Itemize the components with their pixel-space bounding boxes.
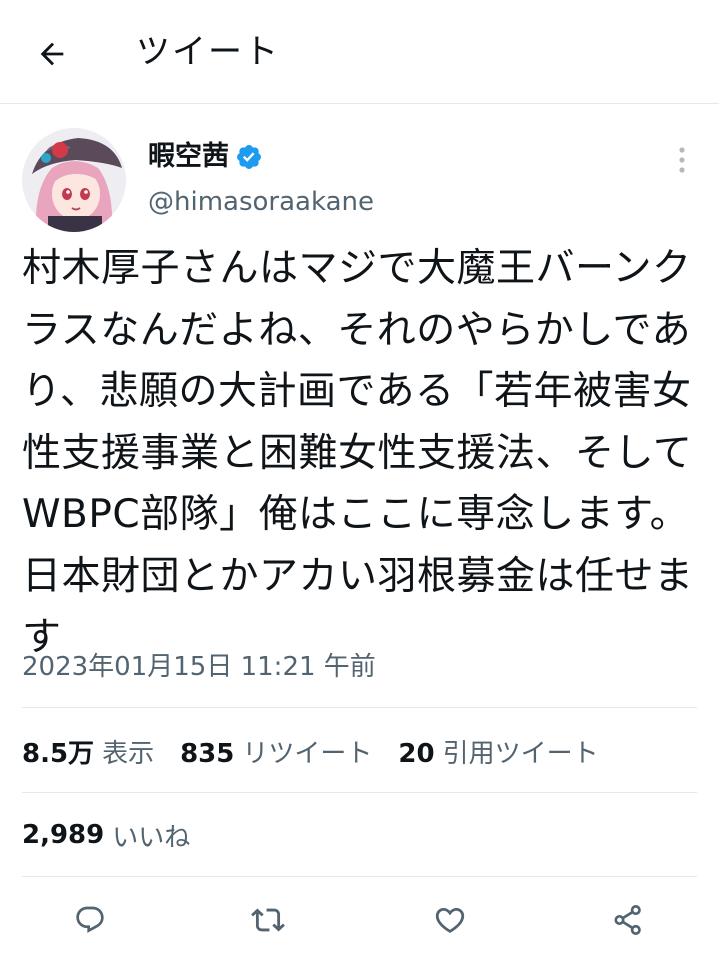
quotes-stat[interactable]: 20 引用ツイート [398,733,598,770]
views-count: 8.5万 [22,738,95,769]
quotes-label: 引用ツイート [442,738,599,769]
like-button[interactable] [426,896,474,944]
top-bar: ツイート [0,0,719,104]
quotes-count: 20 [398,738,435,769]
avatar[interactable] [22,128,126,232]
retweets-label: リツイート [242,738,373,769]
engagement-stats: 8.5万 表示 835 リツイート 20 引用ツイート [22,730,625,772]
divider [22,792,697,793]
tweet-timestamp[interactable]: 2023年01月15日 11:21 午前 [22,647,376,687]
retweet-button[interactable] [244,896,292,944]
retweet-icon [251,908,285,932]
more-options-button[interactable] [666,140,698,180]
retweets-count: 835 [180,738,235,769]
divider [22,876,697,877]
retweets-stat[interactable]: 835 リツイート [180,733,372,770]
page-title: ツイート [136,32,280,72]
arrow-left-icon [40,42,64,66]
likes-count: 2,989 [22,820,105,850]
tweet-text: 村木厚子さんはマジで大魔王バーンクラスなんだよね、それのやらかしであり、悲願の大… [22,246,694,660]
share-button[interactable] [604,896,652,944]
back-button[interactable] [30,32,74,76]
author-name-row[interactable]: 暇空茜 [148,138,263,176]
author-display-name: 暇空茜 [148,141,229,172]
avatar-illustration [22,128,126,232]
reply-icon [76,906,104,933]
views-label: 表示 [102,738,155,769]
divider [22,707,697,708]
heart-icon [435,907,465,933]
likes-stat[interactable]: 2,989 いいね [22,814,190,856]
reply-button[interactable] [66,896,114,944]
verified-badge-icon [237,145,261,169]
share-icon [614,905,641,935]
more-vertical-icon [679,147,685,173]
views-stat[interactable]: 8.5万 表示 [22,733,154,770]
likes-label: いいね [112,822,191,853]
author-handle[interactable]: @himasoraakane [148,184,374,220]
